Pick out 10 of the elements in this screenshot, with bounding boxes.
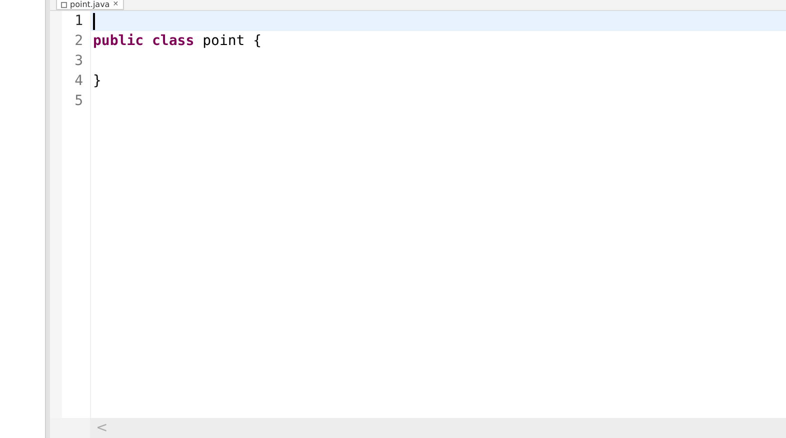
line-number: 3 [74, 52, 84, 71]
text-cursor [93, 12, 95, 30]
line-number: 5 [74, 92, 84, 111]
line-number: 2 [74, 32, 84, 51]
line-number: 1 [74, 12, 84, 31]
code-line: } [92, 72, 102, 91]
file-icon [61, 2, 67, 8]
line-number: 4 [74, 72, 84, 91]
tab-label: point.java [70, 0, 110, 9]
code-line: public class point { [92, 32, 263, 51]
